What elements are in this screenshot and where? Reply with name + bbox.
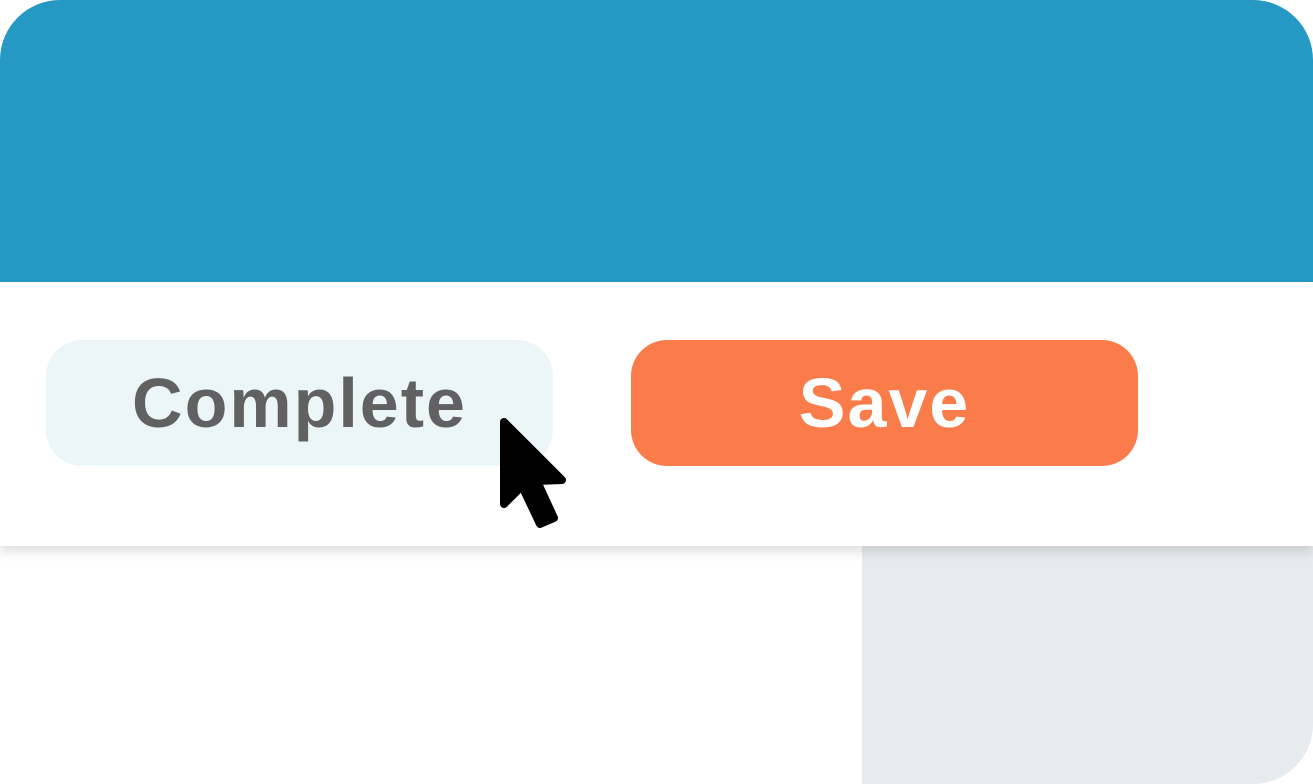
action-bar: Complete Save	[0, 282, 1313, 546]
mouse-pointer-icon	[500, 418, 566, 528]
complete-button[interactable]: Complete	[46, 340, 553, 466]
header-bar	[0, 0, 1313, 282]
app-window: Complete Save	[0, 0, 1313, 784]
side-panel	[862, 540, 1313, 784]
save-button[interactable]: Save	[631, 340, 1138, 466]
